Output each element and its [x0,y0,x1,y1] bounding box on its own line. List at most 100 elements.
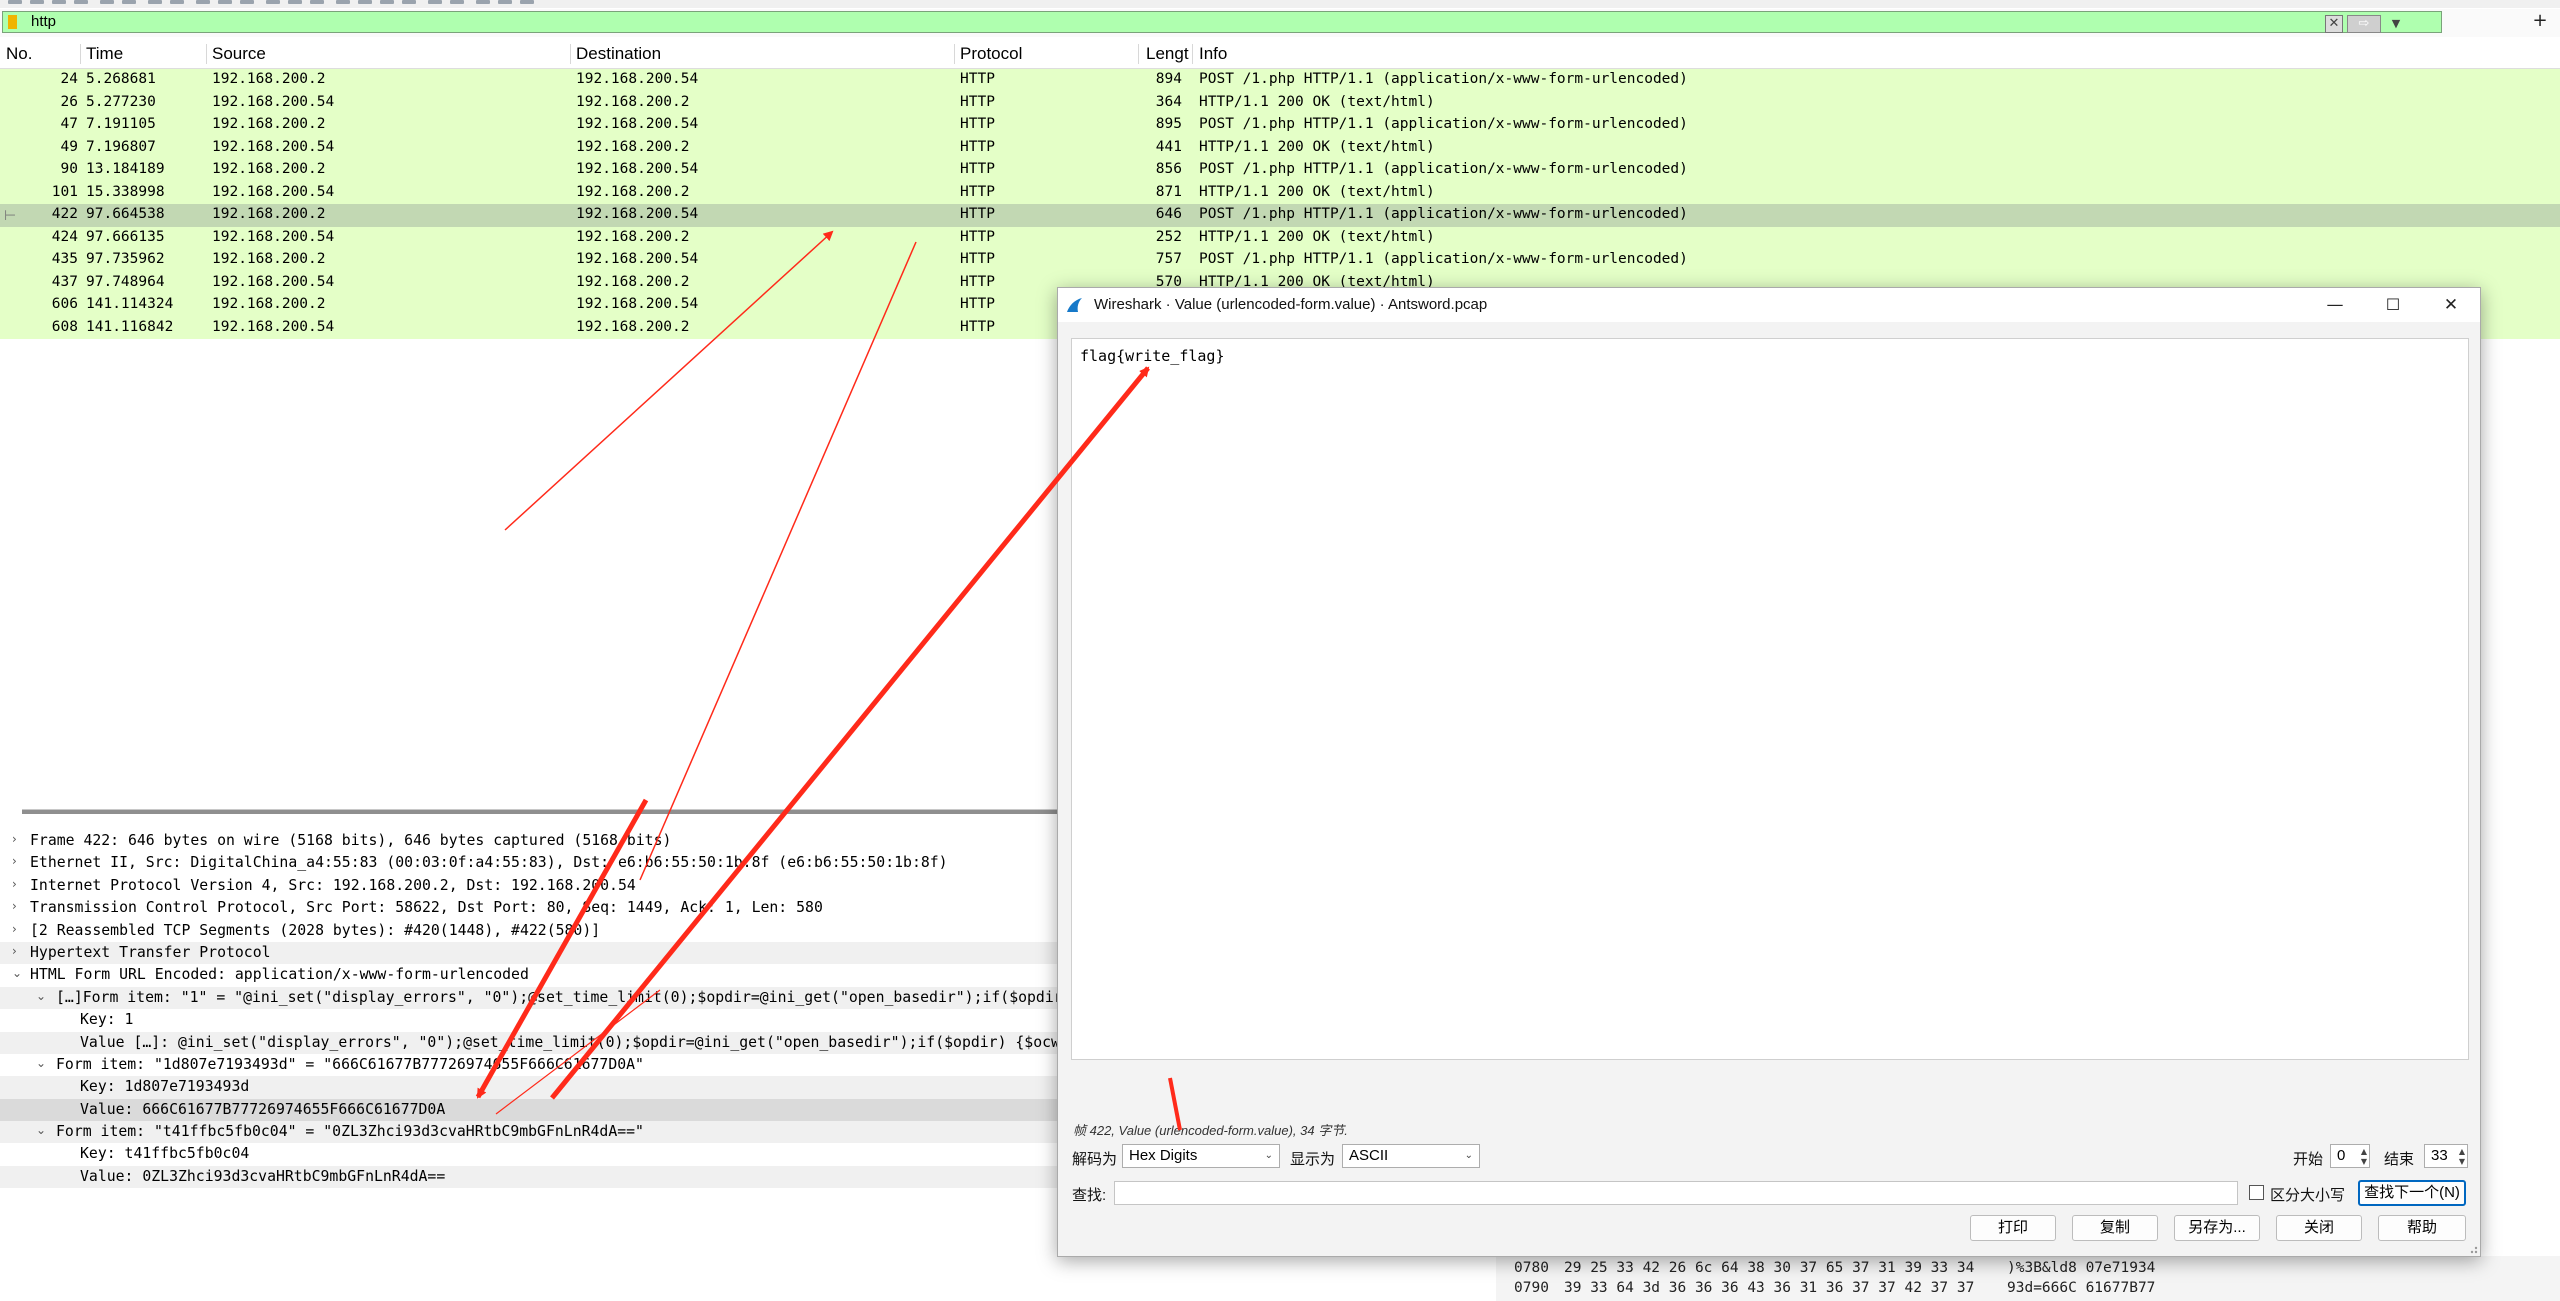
find-input[interactable] [1114,1181,2238,1205]
column-header-source[interactable]: Source [212,44,266,64]
spin-down-icon[interactable]: ▼ [2459,1158,2465,1166]
toolbar-icon[interactable] [288,0,302,4]
toolbar-icon[interactable] [380,0,394,4]
column-divider[interactable] [1138,44,1139,64]
close-window-button[interactable]: ✕ [2422,288,2480,322]
toolbar-icon[interactable] [170,0,184,4]
tree-item[interactable]: ⌄ Form item: "1d807e7193493d" = "666C6167… [0,1054,1060,1076]
toolbar-icon[interactable] [310,0,324,4]
chevron-right-icon[interactable]: › [12,877,17,891]
column-header-no[interactable]: No. [6,44,32,64]
tree-item[interactable]: ⌄ […]Form item: "1" = "@ini_set("display_… [0,986,1063,1010]
toolbar-icon[interactable] [100,0,114,4]
toolbar-icon[interactable] [428,0,442,4]
dialog-titlebar[interactable]: Wireshark · Value (urlencoded-form.value… [1058,288,2480,322]
tree-item[interactable]: Key: 1 [0,1009,1060,1031]
packet-row[interactable]: 422 97.664538 192.168.200.2 192.168.200.54 H… [0,204,2560,227]
clear-icon[interactable]: ✕ [2325,15,2343,33]
copy-button[interactable]: 复制 [2072,1215,2158,1241]
column-header-length[interactable]: Lengt [1146,44,1189,64]
toolbar-icon[interactable] [498,0,512,4]
bookmark-icon[interactable] [8,15,17,29]
packet-row[interactable]: 424 97.666135 192.168.200.54 192.168.200.2 H… [0,226,2560,249]
chevron-down-icon[interactable]: ▼ [2387,15,2405,33]
toolbar-icon[interactable] [358,0,372,4]
tree-item[interactable]: ⌄ Form item: "t41ffbc5fb0c04" = "0ZL3Zhci… [0,1121,1060,1144]
chevron-right-icon[interactable]: › [12,922,17,936]
toolbar-icon[interactable] [52,0,66,4]
toolbar-icon[interactable] [218,0,232,4]
chevron-down-icon[interactable]: ⌄ [12,966,22,980]
print-button[interactable]: 打印 [1970,1215,2056,1241]
toolbar-icon[interactable] [450,0,464,4]
minimize-button[interactable]: — [2306,288,2364,322]
tree-item[interactable]: › Transmission Control Protocol, Src Port… [0,897,1060,919]
column-header-time[interactable]: Time [86,44,123,64]
packet-row[interactable]: 49 7.196807 192.168.200.54 192.168.200.2 HTT… [0,136,2560,159]
chevron-right-icon[interactable]: › [12,899,17,913]
toolbar-icon[interactable] [520,0,534,4]
toolbar-icon[interactable] [336,0,350,4]
find-next-button[interactable]: 查找下一个(N) [2358,1180,2466,1206]
toolbar-icon[interactable] [30,0,44,4]
tree-item[interactable]: Value […]: @ini_set("display_errors", "0… [0,1031,1060,1054]
add-filter-button[interactable]: + [2530,10,2550,32]
start-spinbox[interactable]: 0 ▲ ▼ [2330,1144,2370,1168]
show-as-select[interactable]: ASCII ⌄ [1342,1144,1480,1168]
pane-splitter[interactable] [22,809,1062,814]
spin-down-icon[interactable]: ▼ [2361,1158,2367,1166]
toolbar-icon[interactable] [148,0,162,4]
column-divider[interactable] [954,44,955,64]
value-text-area[interactable]: flag{write_flag} [1071,338,2469,1060]
packet-row[interactable]: 101 15.338998 192.168.200.54 192.168.200.2 H… [0,181,2560,204]
column-divider[interactable] [80,44,81,64]
tree-item[interactable]: ⌄ HTML Form URL Encoded: application/x-ww… [0,964,1060,986]
spin-up-icon[interactable]: ▲ [2361,1148,2367,1156]
column-divider[interactable] [1192,44,1193,64]
tree-item[interactable]: › Frame 422: 646 bytes on wire (5168 bits… [0,830,1060,852]
toolbar-icon[interactable] [74,0,88,4]
case-sensitive-checkbox[interactable] [2249,1185,2264,1200]
chevron-down-icon[interactable]: ⌄ [36,1123,46,1137]
spin-up-icon[interactable]: ▲ [2459,1148,2465,1156]
chevron-right-icon[interactable]: › [12,854,17,868]
hex-row[interactable]: 0780 29 25 33 42 26 6c 64 38 30 37 65 37 … [1514,1260,2554,1278]
packet-row[interactable]: 47 7.191105 192.168.200.2 192.168.200.54 HTT… [0,114,2560,137]
tree-item[interactable]: › Hypertext Transfer Protocol [0,941,1060,965]
tree-item[interactable]: Key: 1d807e7193493d [0,1076,1060,1099]
toolbar-icon[interactable] [122,0,136,4]
toolbar-icon[interactable] [240,0,254,4]
end-spinbox[interactable]: 33 ▲ ▼ [2424,1144,2468,1168]
column-divider[interactable] [206,44,207,64]
resize-grip-icon[interactable] [2466,1242,2478,1254]
chevron-down-icon[interactable]: ⌄ [36,989,46,1003]
close-button[interactable]: 关闭 [2276,1215,2362,1241]
apply-filter-icon[interactable]: ⇨ [2347,15,2381,33]
toolbar-icon[interactable] [8,0,22,4]
maximize-button[interactable]: ☐ [2364,288,2422,322]
tree-item[interactable]: › Ethernet II, Src: DigitalChina_a4:55:83… [0,852,1060,874]
save-as-button[interactable]: 另存为... [2174,1215,2260,1241]
toolbar-icon[interactable] [476,0,490,4]
column-header-destination[interactable]: Destination [576,44,661,64]
hex-row[interactable]: 0790 39 33 64 3d 36 36 36 43 36 31 36 37 … [1514,1280,2554,1298]
chevron-down-icon[interactable]: ⌄ [36,1056,46,1070]
toolbar-icon[interactable] [196,0,210,4]
tree-item[interactable]: Key: t41ffbc5fb0c04 [0,1143,1060,1165]
toolbar-icon[interactable] [266,0,280,4]
packet-row[interactable]: 26 5.277230 192.168.200.54 192.168.200.2 HTT… [0,91,2560,114]
packet-row[interactable]: 435 97.735962 192.168.200.2 192.168.200.54 H… [0,249,2560,272]
toolbar-icon[interactable] [402,0,416,4]
chevron-right-icon[interactable]: › [12,944,17,958]
tree-item[interactable]: › [2 Reassembled TCP Segments (2028 bytes… [0,920,1060,942]
display-filter-input[interactable]: http ✕ ⇨ ▼ [2,11,2442,33]
column-header-info[interactable]: Info [1199,44,1227,64]
tree-item[interactable]: Value: 666C61677B77726974655F666C61677D0… [0,1098,1060,1122]
help-button[interactable]: 帮助 [2378,1215,2466,1241]
column-header-protocol[interactable]: Protocol [960,44,1022,64]
packet-row[interactable]: 24 5.268681 192.168.200.2 192.168.200.54 HTT… [0,69,2560,92]
tree-item[interactable]: Value: 0ZL3Zhci93d3cvaHRtbC9mbGFnLnR4dA=… [0,1165,1060,1189]
tree-item[interactable]: › Internet Protocol Version 4, Src: 192.1… [0,875,1060,897]
column-divider[interactable] [570,44,571,64]
decode-as-select[interactable]: Hex Digits ⌄ [1122,1144,1280,1168]
